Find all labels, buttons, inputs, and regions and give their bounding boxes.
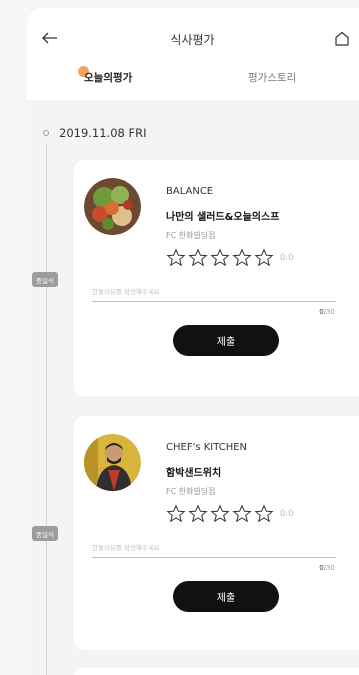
- meal-tag: 중일식: [32, 526, 58, 541]
- restaurant-location: FC 한화빌딩점: [166, 487, 216, 496]
- star-icon[interactable]: [188, 248, 208, 268]
- chef-photo: [84, 434, 141, 491]
- review-input[interactable]: [92, 538, 336, 558]
- tab-review-story[interactable]: 평가스토리: [248, 70, 296, 85]
- meal-card: BALANCE 나만의 샐러드&오늘의스프 FC 한화빌딩점 0.0 0/30 …: [74, 160, 359, 396]
- menu-name: 나만의 샐러드&오늘의스프: [166, 212, 280, 223]
- meal-card: CHEF's KITCHEN 함박샌드위치 FC 한화빌딩점 0.0 0/30 …: [74, 416, 359, 650]
- star-rating: 0.0: [166, 504, 294, 524]
- date-label: 2019.11.08 FRI: [59, 126, 147, 140]
- app-screen: 식사평가 오늘의평가 평가스토리 2019.11.08 FRI 중일식 BALA…: [26, 8, 359, 675]
- star-icon[interactable]: [254, 504, 274, 524]
- restaurant-brand: BALANCE: [166, 186, 214, 197]
- timeline-dot: [43, 130, 49, 136]
- tab-today-review[interactable]: 오늘의평가: [78, 66, 133, 85]
- star-rating: 0.0: [166, 248, 294, 268]
- star-icon[interactable]: [210, 504, 230, 524]
- tab-story-label: 평가스토리: [248, 72, 297, 84]
- char-max: /30: [323, 564, 335, 572]
- star-icon[interactable]: [254, 248, 274, 268]
- menu-name: 함박샌드위치: [166, 468, 222, 479]
- home-button[interactable]: [331, 28, 353, 48]
- star-icon[interactable]: [232, 248, 252, 268]
- submit-button[interactable]: 제출: [173, 325, 279, 356]
- page-title: 식사평가: [170, 33, 215, 47]
- star-icon[interactable]: [166, 248, 186, 268]
- star-icon[interactable]: [166, 504, 186, 524]
- star-icon[interactable]: [210, 248, 230, 268]
- restaurant-brand: CHEF's KITCHEN: [166, 442, 248, 453]
- tab-today-label: 오늘의평가: [84, 72, 133, 84]
- date-row: 2019.11.08 FRI: [43, 126, 147, 140]
- submit-button[interactable]: 제출: [173, 581, 279, 612]
- meal-card-next: [74, 668, 359, 675]
- char-counter: 0/30: [319, 308, 335, 316]
- review-input[interactable]: [92, 282, 336, 302]
- home-icon: [335, 31, 349, 46]
- salad-photo: [84, 178, 141, 235]
- star-icon[interactable]: [232, 504, 252, 524]
- app-header: 식사평가 오늘의평가 평가스토리: [26, 8, 359, 100]
- restaurant-location: FC 한화빌딩점: [166, 231, 216, 240]
- rating-score: 0.0: [280, 509, 294, 519]
- char-counter: 0/30: [319, 564, 335, 572]
- meal-tag: 중일식: [32, 272, 58, 287]
- rating-score: 0.0: [280, 253, 294, 263]
- timeline-line: [46, 143, 47, 675]
- char-max: /30: [323, 308, 335, 316]
- star-icon[interactable]: [188, 504, 208, 524]
